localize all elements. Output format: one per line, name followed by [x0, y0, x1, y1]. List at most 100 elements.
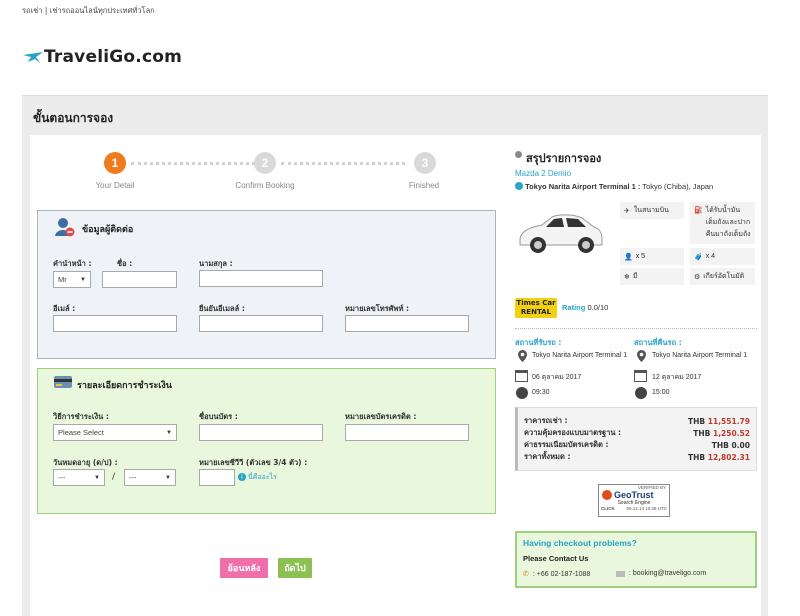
cardname-label: ชื่อบนบัตร : — [199, 412, 238, 421]
prefix-label: คำนำหน้า : — [53, 259, 92, 268]
chevron-down-icon: ▼ — [80, 276, 86, 283]
help-email[interactable]: : booking@traveligo.com — [616, 570, 706, 577]
contact-title: ข้อมูลผู้ติดต่อ — [82, 225, 134, 235]
help-title: Having checkout problems? — [523, 538, 637, 548]
price-label: ราคารถเช่า : — [524, 416, 568, 425]
confirm-email-input[interactable] — [199, 315, 323, 332]
cvv-input[interactable] — [199, 469, 235, 486]
step-2-circle: 2 — [254, 152, 276, 174]
price-amount: 0.00 — [731, 440, 750, 450]
rating-label: Rating — [562, 303, 586, 312]
price-currency: THB — [711, 440, 729, 450]
feature-bags: 🧳 x 4 — [690, 248, 755, 265]
car-rental-link[interactable]: รถเช่า — [22, 6, 42, 15]
next-button[interactable]: ถัดไป — [278, 558, 312, 578]
summary-title: สรุปรายการจอง — [526, 152, 602, 165]
feature-fuel: ⛽ ได้รับน้ำมันเต็มถังและปากคืนมาถังเต็มถ… — [690, 202, 755, 244]
price-row-card-fee: ค่าธรรมเนียมบัตรเครดิต : THB 0.00 — [524, 439, 750, 451]
gear-icon: ⚙ — [694, 273, 701, 281]
calendar-icon — [634, 370, 647, 382]
prefix-select[interactable]: Mr ▼ — [53, 271, 91, 288]
globe-icon — [515, 182, 523, 190]
clock-icon — [635, 387, 647, 399]
chevron-down-icon: ▼ — [94, 474, 100, 481]
email-input[interactable] — [53, 315, 177, 332]
price-row-total: ราคาทั้งหมด : THB 12,802.31 — [524, 451, 750, 463]
dropoff-date: 12 ตุลาคม 2017 — [652, 374, 702, 381]
payment-method-label: วิธีการชำระเงิน : — [53, 412, 109, 421]
step-1-label: Your Detail — [95, 181, 135, 190]
price-currency: THB — [693, 428, 711, 438]
pickup-heading: สถานที่รับรถ : — [515, 338, 562, 347]
help-contact: Please Contact Us — [523, 554, 589, 563]
cvv-label: หมายเลขซีวีวี (ตัวเลข 3/4 ตัว) : — [199, 458, 308, 467]
contact-user-icon — [55, 218, 75, 237]
fuel-icon: ⛽ — [694, 207, 703, 214]
help-email-text: : booking@traveligo.com — [629, 570, 707, 577]
supplier-line1: Times Car — [516, 299, 556, 307]
luggage-icon: 🧳 — [694, 253, 703, 261]
help-phone[interactable]: ✆ : +66 02-187-1088 — [523, 570, 590, 579]
tagline-link[interactable]: เช่ารถออนไลน์ทุกประเทศทั่วโลก — [50, 6, 155, 15]
geotrust-date: 09.12.13 10:28 UTC — [626, 506, 667, 511]
cvv-help-link[interactable]: นี่คืออะไร — [248, 472, 277, 483]
payment-method-select[interactable]: Please Select ▼ — [53, 424, 177, 441]
price-amount: 11,551.79 — [707, 416, 750, 426]
cardnum-input[interactable] — [345, 424, 469, 441]
supplier-logo: Times Car RENTAL — [515, 298, 557, 318]
tagline-separator: | — [44, 6, 48, 15]
location-rest: Tokyo (Chiba), Japan — [642, 182, 714, 191]
price-summary: ราคารถเช่า : THB 11,551.79 ความคุ้มครองแ… — [515, 407, 757, 471]
pickup-location-line: Tokyo Narita Airport Terminal 1 : Tokyo … — [515, 182, 713, 191]
geotrust-logo-icon — [602, 490, 612, 500]
cardname-input[interactable] — [199, 424, 323, 441]
phone-label: หมายเลขโทรศัพท์ : — [345, 304, 410, 313]
car-image — [519, 214, 603, 253]
payment-method-value: Please Select — [58, 428, 104, 437]
email-label: อีเมล์ : — [53, 304, 76, 313]
location-bold: Tokyo Narita Airport Terminal 1 : — [525, 182, 641, 191]
plane-icon: ✈ — [624, 207, 630, 215]
logo-text: TraveliGo.com — [44, 47, 183, 67]
back-button[interactable]: ย้อนหลัง — [220, 558, 268, 578]
dropoff-location: Tokyo Narita Airport Terminal 1 — [652, 352, 748, 359]
expiry-separator: / — [112, 472, 116, 482]
expiry-month-select[interactable]: --- ▼ — [53, 469, 105, 486]
snowflake-icon: ❄ — [624, 273, 630, 281]
cardnum-label: หมายเลขบัตรเครดิต : — [345, 412, 417, 421]
phone-icon: ✆ — [523, 571, 529, 578]
rating: Rating 0.0/10 — [562, 303, 608, 312]
step-3-label: Finished — [408, 181, 440, 190]
firstname-label: ชื่อ : — [117, 259, 133, 268]
geotrust-badge[interactable]: VERIFIED BY GeoTrust Search Engine CLICK… — [598, 484, 670, 517]
feature-seats-text: x 5 — [635, 253, 646, 260]
info-icon[interactable]: i — [238, 473, 246, 481]
firstname-input[interactable] — [102, 271, 177, 288]
supplier-line2: RENTAL — [520, 308, 552, 316]
site-logo[interactable]: TraveliGo.com — [22, 47, 182, 67]
mail-icon — [616, 570, 625, 577]
feature-transmission-text: เกียร์อัตโนมัติ — [703, 273, 745, 280]
price-label: ราคาทั้งหมด : — [524, 452, 571, 461]
top-tagline: รถเช่า | เช่ารถออนไลน์ทุกประเทศทั่วโลก — [22, 5, 155, 17]
dropoff-heading: สถานที่คืนรถ : — [634, 338, 682, 347]
step-connector — [281, 162, 405, 165]
price-amount: 1,250.52 — [712, 428, 750, 438]
feature-airport: ✈ ในสนามบิน — [620, 202, 684, 219]
expiry-month-value: --- — [58, 473, 66, 482]
lastname-input[interactable] — [199, 270, 323, 287]
phone-input[interactable] — [345, 315, 469, 332]
price-currency: THB — [688, 416, 706, 426]
step-2-label: Confirm Booking — [235, 181, 295, 190]
pickup-location: Tokyo Narita Airport Terminal 1 — [532, 352, 628, 359]
prefix-value: Mr — [58, 275, 67, 284]
feature-airport-text: ในสนามบิน — [633, 207, 669, 214]
lastname-label: นามสกุล : — [199, 259, 233, 268]
expiry-year-value: --- — [129, 473, 137, 482]
expiry-year-select[interactable]: --- ▼ — [124, 469, 176, 486]
feature-ac: ❄ มี — [620, 268, 684, 285]
map-pin-icon — [518, 350, 527, 364]
plane-logo-icon — [23, 52, 43, 63]
expiry-label: วันหมดอายุ (ด/ป) : — [53, 458, 118, 467]
step-3-circle: 3 — [414, 152, 436, 174]
